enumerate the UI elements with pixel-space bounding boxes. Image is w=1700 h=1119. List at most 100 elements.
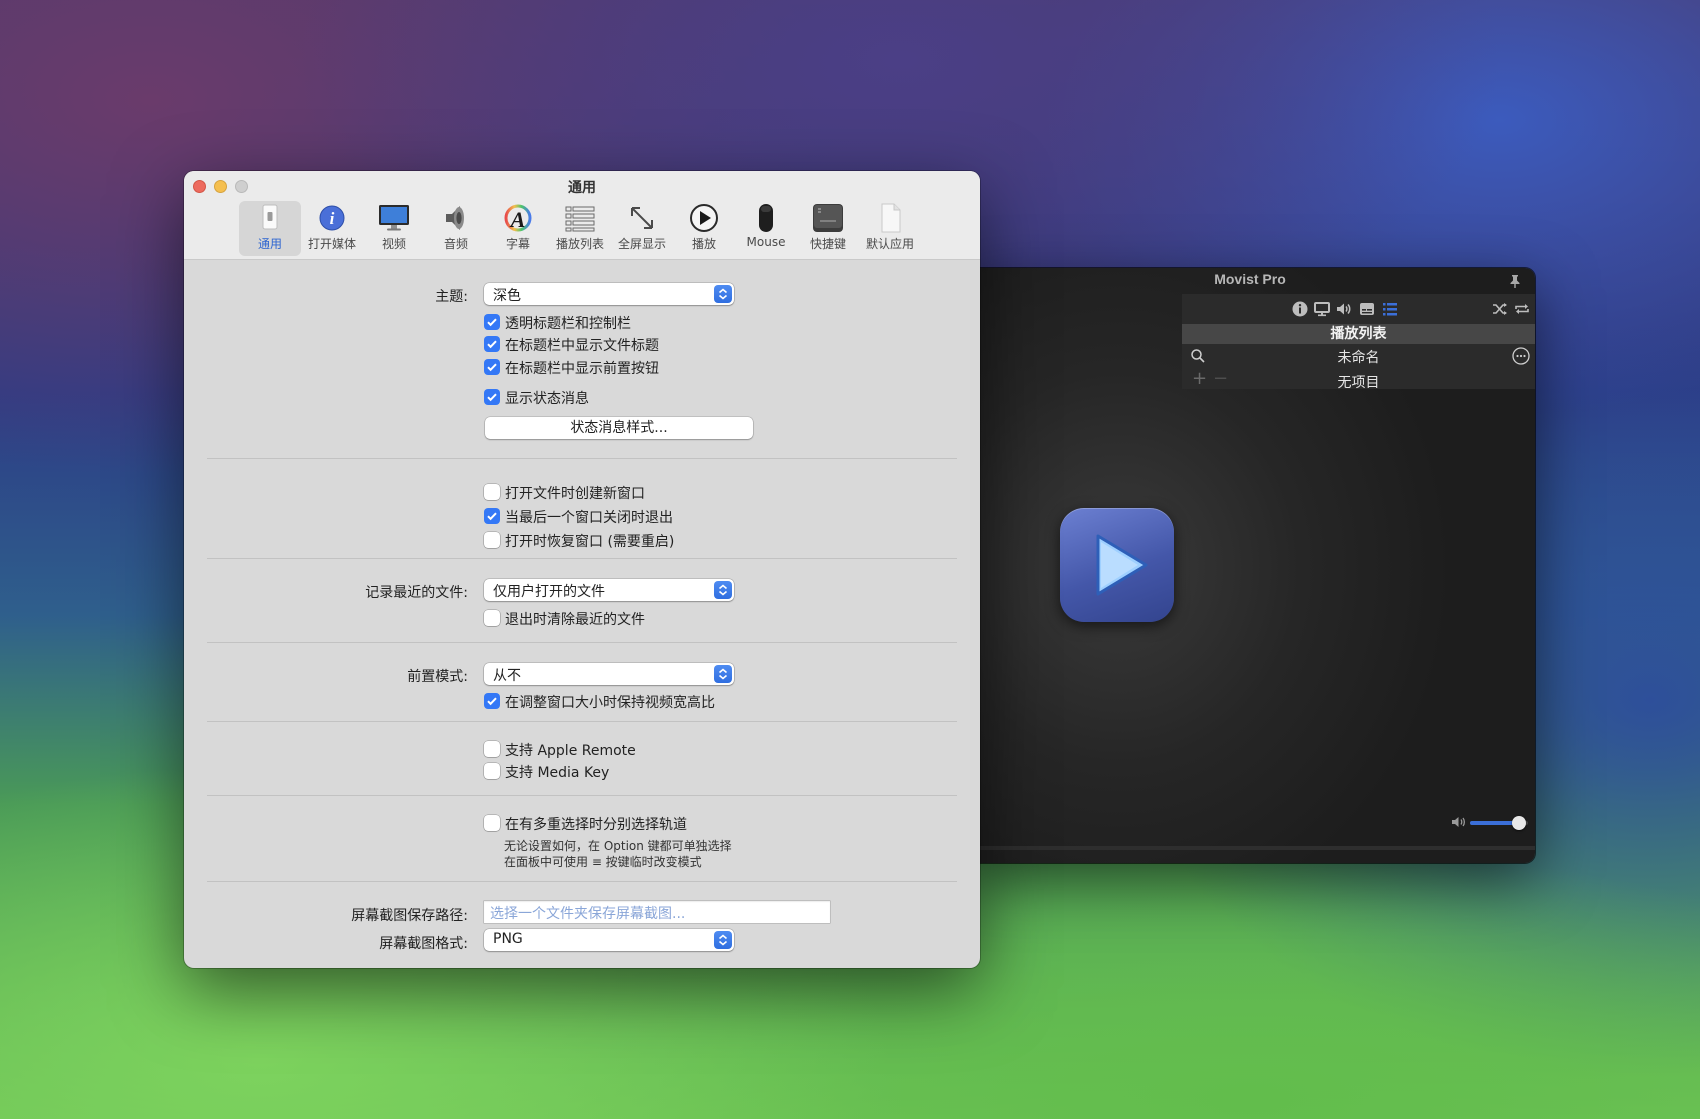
fullscreen-arrows-icon [631,207,653,229]
playlist-name-row: 未命名 [1182,344,1535,369]
media-key-checkbox[interactable] [484,763,500,779]
track-select-label: 在有多重选择时分别选择轨道 [505,817,687,833]
playlist-panel: 播放列表 未命名 + − 无项目 [1182,294,1535,391]
progress-track[interactable] [965,846,1535,850]
chevron-updown-icon [714,285,732,303]
subtitle-font-icon: A [504,204,532,232]
info-icon[interactable] [1291,300,1309,318]
chevron-updown-icon [714,665,732,683]
playlist-name[interactable]: 未命名 [1182,347,1535,367]
playlist-icon [565,206,595,232]
playlist-list-icon[interactable] [1381,300,1399,318]
settings-body: 主题: 深色 透明标题栏和控制栏 在标题栏中显示文件标题 在标题栏中显示前置按钮… [184,261,980,968]
speaker-icon [446,206,464,230]
new-window-checkbox[interactable] [484,484,500,500]
new-window-label: 打开文件时创建新窗口 [505,486,645,502]
show-file-title-checkbox[interactable] [484,336,500,352]
more-options-icon[interactable] [1511,346,1531,366]
front-mode-popup[interactable]: 从不 [484,663,734,685]
chevron-updown-icon [714,581,732,599]
volume-slider[interactable] [1470,816,1528,830]
screenshot-path-field[interactable]: 选择一个文件夹保存屏幕截图... [484,901,830,923]
playlist-toolbar [1182,294,1535,324]
media-key-label: 支持 Media Key [505,765,610,781]
volume-knob[interactable] [1512,816,1527,830]
tab-video[interactable]: 视频 [363,201,425,256]
status-style-button[interactable]: 状态消息样式... [485,417,753,439]
settings-title: 通用 [568,180,596,196]
settings-window: 通用 通用 i 打开媒体 视频 音频 A 字幕 播放列表 全屏显示 播放 Mou… [184,171,980,968]
pin-icon[interactable] [1507,273,1523,289]
screenshot-format-popup[interactable]: PNG [484,929,734,951]
svg-text:A: A [509,207,526,232]
volume-icon[interactable] [1451,814,1467,830]
tab-label: 默认应用 [865,237,914,251]
chevron-updown-icon [714,931,732,949]
shuffle-icon[interactable] [1491,300,1509,318]
show-status-message-label: 显示状态消息 [505,391,589,407]
show-front-button-label: 在标题栏中显示前置按钮 [505,361,659,377]
tab-open-media[interactable]: i 打开媒体 [301,201,363,256]
screenshot-format-label: 屏幕截图格式: [379,936,468,952]
divider [207,642,957,643]
tab-fullscreen[interactable]: 全屏显示 [611,201,673,256]
keep-aspect-checkbox[interactable] [484,693,500,709]
apple-remote-checkbox[interactable] [484,741,500,757]
show-file-title-label: 在标题栏中显示文件标题 [505,338,659,354]
recent-files-popup[interactable]: 仅用户打开的文件 [484,579,734,601]
tab-audio[interactable]: 音频 [425,201,487,256]
track-note-line-1: 无论设置如何，在 Option 键都可单独选择 [504,839,732,853]
tab-mouse[interactable]: Mouse [735,201,797,256]
front-mode-value: 从不 [493,668,521,684]
divider [207,881,957,882]
restore-windows-checkbox[interactable] [484,532,500,548]
divider [207,458,957,459]
keep-aspect-label: 在调整窗口大小时保持视频宽高比 [505,695,715,711]
play-circle-icon [690,204,718,232]
screenshot-path-label: 屏幕截图保存路径: [351,908,468,924]
clear-recent-checkbox[interactable] [484,610,500,626]
transparent-titlebar-label: 透明标题栏和控制栏 [505,316,631,332]
playlist-empty-text: 无项目 [1337,375,1380,391]
show-status-message-checkbox[interactable] [484,389,500,405]
recent-files-value: 仅用户打开的文件 [493,584,605,600]
track-select-checkbox[interactable] [484,815,500,831]
tab-general[interactable]: 通用 [239,201,301,256]
tab-default-apps[interactable]: 默认应用 [859,201,921,256]
mouse-icon [759,204,773,232]
quit-on-last-close-checkbox[interactable] [484,508,500,524]
monitor-icon[interactable] [1313,300,1331,318]
front-mode-label: 前置模式: [407,669,468,685]
divider [207,721,957,722]
option-key-icon [813,204,843,232]
info-icon: i [319,205,345,231]
settings-titlebar: 通用 通用 i 打开媒体 视频 音频 A 字幕 播放列表 全屏显示 播放 Mou… [184,171,980,260]
document-icon [881,203,901,233]
player-title: Movist Pro [1214,271,1286,287]
tab-playlist[interactable]: 播放列表 [549,201,611,256]
screenshot-path-placeholder: 选择一个文件夹保存屏幕截图... [490,906,686,922]
speaker-icon[interactable] [1335,300,1353,318]
subtitle-icon[interactable] [1358,300,1376,318]
restore-windows-label: 打开时恢复窗口 (需要重启) [505,534,675,550]
clear-recent-label: 退出时清除最近的文件 [505,612,645,628]
divider [207,558,957,559]
transparent-titlebar-checkbox[interactable] [484,314,500,330]
monitor-icon [379,205,409,231]
screenshot-format-value: PNG [493,931,523,947]
player-window: Movist Pro 播放列表 未命名 + − 无项目 [965,268,1535,863]
apple-remote-label: 支持 Apple Remote [505,743,636,759]
play-logo-icon[interactable] [1060,508,1174,622]
recent-files-label: 记录最近的文件: [365,585,468,601]
playlist-empty-row: + − 无项目 [1182,368,1535,391]
theme-popup[interactable]: 深色 [484,283,734,305]
tab-shortcuts[interactable]: 快捷键 [797,201,859,256]
general-switch-icon [262,204,278,230]
theme-value: 深色 [493,288,521,304]
tab-playback[interactable]: 播放 [673,201,735,256]
playlist-header: 播放列表 [1182,324,1535,344]
tab-subtitles[interactable]: A 字幕 [487,201,549,256]
show-front-button-checkbox[interactable] [484,359,500,375]
quit-on-last-close-label: 当最后一个窗口关闭时退出 [505,510,673,526]
repeat-icon[interactable] [1513,300,1531,318]
